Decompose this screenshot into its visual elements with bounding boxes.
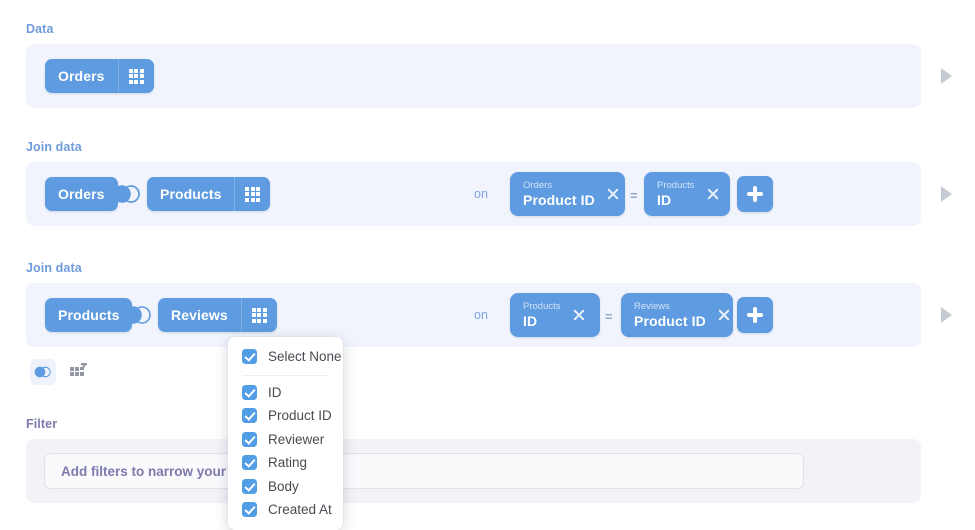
menu-item-label: Created At — [268, 502, 332, 518]
menu-item-column-rating[interactable]: Rating — [228, 451, 343, 475]
menu-item-column-created-at[interactable]: Created At — [228, 498, 343, 522]
menu-item-column-reviewer[interactable]: Reviewer — [228, 428, 343, 452]
join1-on-label: on — [474, 187, 488, 201]
close-icon[interactable] — [716, 307, 732, 323]
join2-add-condition-button[interactable] — [737, 297, 773, 333]
popover-divider — [242, 374, 329, 376]
menu-item-label: Select None — [268, 349, 342, 365]
add-table-button[interactable] — [70, 361, 90, 383]
join2-on-label: on — [474, 308, 488, 322]
join1-venn-left-join-icon[interactable] — [112, 185, 142, 203]
grid-icon[interactable] — [234, 177, 270, 211]
join1-left-table-name: Orders — [58, 186, 105, 202]
checkbox-checked-icon[interactable] — [242, 408, 257, 424]
join1-right-condition-field: ID — [657, 192, 672, 209]
preview-join1-row-play-icon[interactable] — [941, 186, 952, 202]
join2-left-condition-field: ID — [523, 313, 538, 330]
menu-item-column-body[interactable]: Body — [228, 475, 343, 499]
filter-section-label: Filter — [26, 417, 58, 431]
join2-venn-left-join-icon[interactable] — [123, 306, 153, 324]
grid-icon[interactable] — [240, 298, 277, 332]
join-columns-picker-button[interactable] — [30, 359, 56, 385]
join1-right-condition-pill[interactable]: Products ID — [644, 172, 730, 216]
menu-item-label: Body — [268, 478, 299, 494]
checkbox-checked-icon[interactable] — [242, 431, 257, 447]
grid-icon[interactable] — [117, 59, 154, 93]
join2-left-table-pill[interactable]: Products — [45, 298, 133, 332]
join2-left-condition-table: Products — [523, 300, 561, 312]
checkbox-checked-icon[interactable] — [242, 455, 257, 471]
join2-right-table-name: Reviews — [171, 307, 228, 323]
join2-right-table-pill[interactable]: Reviews — [158, 298, 277, 332]
checkbox-checked-icon[interactable] — [242, 478, 257, 494]
query-builder: Data Orders Join data Orders Products on… — [0, 0, 975, 530]
join1-right-table-pill[interactable]: Products — [147, 177, 271, 211]
menu-item-label: Rating — [268, 455, 308, 471]
data-row[interactable] — [26, 44, 921, 108]
join1-add-condition-button[interactable] — [737, 176, 773, 212]
preview-join2-row-play-icon[interactable] — [941, 307, 952, 323]
menu-item-label: Reviewer — [268, 431, 325, 447]
menu-item-label: Product ID — [268, 408, 332, 424]
close-icon[interactable] — [605, 186, 621, 202]
join1-left-condition-table: Orders — [523, 179, 553, 191]
checkbox-checked-icon[interactable] — [242, 384, 257, 400]
join2-right-condition-field: Product ID — [634, 313, 706, 330]
join2-left-condition-pill[interactable]: Products ID — [510, 293, 600, 337]
join1-left-table-pill[interactable]: Orders — [45, 177, 118, 211]
menu-item-column-id[interactable]: ID — [228, 381, 343, 405]
join1-section-label: Join data — [26, 140, 82, 154]
menu-item-select-none[interactable]: Select None — [228, 345, 343, 369]
join2-right-condition-pill[interactable]: Reviews Product ID — [621, 293, 733, 337]
close-icon[interactable] — [571, 307, 587, 323]
column-picker-popover[interactable]: Select None ID Product ID Reviewer Ratin… — [228, 337, 343, 530]
join2-operator: = — [605, 309, 613, 324]
join2-right-condition-table: Reviews — [634, 300, 670, 312]
join2-section-label: Join data — [26, 261, 82, 275]
join1-operator: = — [630, 188, 638, 203]
checkbox-checked-icon[interactable] — [242, 502, 257, 518]
join1-right-condition-table: Products — [657, 179, 695, 191]
join2-left-table-name: Products — [58, 307, 120, 323]
data-section-label: Data — [26, 22, 54, 36]
venn-columns-icon — [34, 366, 51, 378]
join1-left-condition-field: Product ID — [523, 192, 595, 209]
menu-item-label: ID — [268, 384, 282, 400]
data-table-name: Orders — [58, 68, 105, 84]
preview-data-row-play-icon[interactable] — [941, 68, 952, 84]
grid-plus-icon — [70, 361, 87, 376]
close-icon[interactable] — [705, 186, 721, 202]
data-table-pill-orders[interactable]: Orders — [45, 59, 154, 93]
menu-item-column-product-id[interactable]: Product ID — [228, 404, 343, 428]
join1-right-table-name: Products — [160, 186, 222, 202]
filter-input[interactable]: Add filters to narrow your answer — [44, 453, 804, 489]
join1-left-condition-pill[interactable]: Orders Product ID — [510, 172, 625, 216]
checkbox-checked-icon[interactable] — [242, 349, 257, 365]
